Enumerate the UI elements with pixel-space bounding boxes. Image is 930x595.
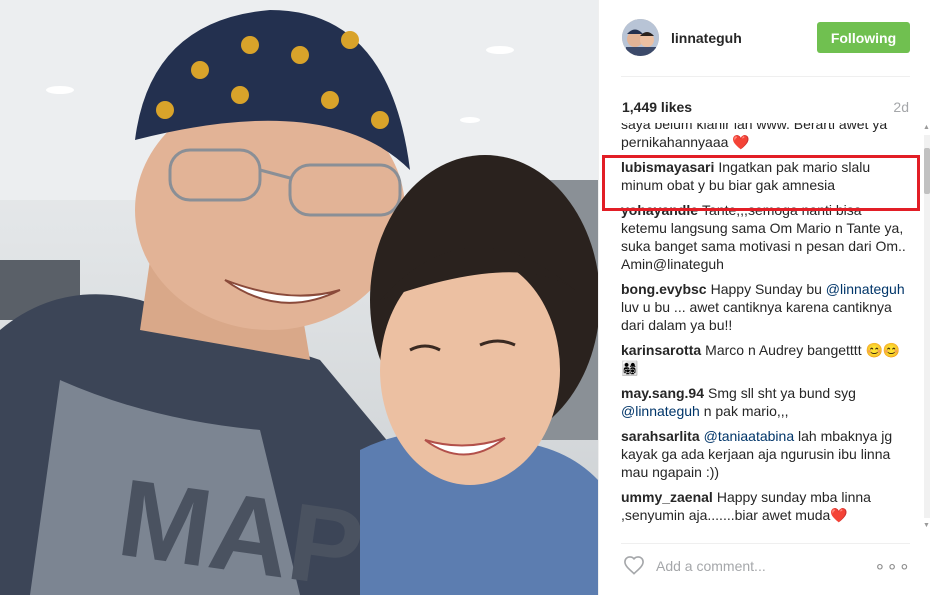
comment-item: lubismayasari Ingatkan pak mario slalu mi… bbox=[621, 158, 911, 194]
following-button[interactable]: Following bbox=[817, 22, 910, 53]
scroll-track[interactable] bbox=[924, 135, 930, 518]
avatar[interactable] bbox=[622, 19, 659, 56]
username-link[interactable]: linnateguh bbox=[671, 30, 742, 46]
scroll-up-arrow-icon[interactable]: ▲ bbox=[922, 123, 930, 132]
comment-username[interactable]: lubismayasari bbox=[621, 159, 714, 175]
comments-list[interactable]: saya belum klanir lah www. Berarti awet … bbox=[621, 123, 925, 530]
comment-item: yohayandle Tante,,,semoga nanti bisa kete… bbox=[621, 201, 911, 273]
comment-item: may.sang.94 Smg sll sht ya bund syg @linn… bbox=[621, 384, 911, 420]
add-comment-input[interactable] bbox=[656, 555, 866, 577]
comment-text: luv u bu ... awet cantiknya karena canti… bbox=[621, 299, 892, 333]
likes-count[interactable]: 1,449 likes bbox=[622, 99, 692, 115]
scroll-thumb[interactable] bbox=[924, 148, 930, 194]
post-time[interactable]: 2d bbox=[893, 99, 909, 115]
comment-username[interactable]: sarahsarlita bbox=[621, 428, 700, 444]
comment-username[interactable]: yohayandle bbox=[621, 202, 698, 218]
comment-mention-link[interactable]: @linnateguh bbox=[826, 281, 905, 297]
post-header: linnateguh Following bbox=[599, 0, 930, 76]
comment-item: karinsarotta Marco n Audrey bangetttt 😊😊 … bbox=[621, 341, 911, 377]
comment-username[interactable]: bong.evybsc bbox=[621, 281, 707, 297]
heart-icon[interactable] bbox=[623, 555, 645, 575]
comment-item: saya belum klanir lah www. Berarti awet … bbox=[621, 123, 911, 151]
comment-mention-link[interactable]: @taniaatabina bbox=[704, 428, 795, 444]
post-photo-illustration: MAP bbox=[0, 0, 598, 595]
comment-text: saya belum klanir lah www. Berarti awet … bbox=[621, 123, 888, 150]
scroll-down-arrow-icon[interactable]: ▼ bbox=[922, 521, 930, 530]
comment-text: n pak mario,,, bbox=[699, 403, 789, 419]
post-photo[interactable]: MAP bbox=[0, 0, 598, 595]
comment-username[interactable]: ummy_zaenal bbox=[621, 489, 713, 505]
comments-scroll-content: saya belum klanir lah www. Berarti awet … bbox=[621, 123, 911, 530]
avatar-image bbox=[622, 19, 659, 56]
comment-mention-link[interactable]: @linnateguh bbox=[621, 403, 700, 419]
comment-text: Happy Sunday bu bbox=[710, 281, 822, 297]
comment-item: bong.evybsc Happy Sunday bu @linnateguh l… bbox=[621, 280, 911, 334]
more-options-icon[interactable]: ∘∘∘ bbox=[874, 557, 911, 575]
comment-username[interactable]: may.sang.94 bbox=[621, 385, 704, 401]
comment-item: ummy_zaenal Happy sunday mba linna ,senyu… bbox=[621, 488, 911, 524]
comment-text: Smg sll sht ya bund syg bbox=[708, 385, 856, 401]
comment-username[interactable]: karinsarotta bbox=[621, 342, 701, 358]
post-footer: ∘∘∘ bbox=[599, 543, 930, 595]
post-detail-panel: linnateguh Following 1,449 likes 2d saya… bbox=[598, 0, 930, 595]
comments-scrollbar[interactable]: ▲ ▼ bbox=[922, 123, 930, 530]
header-divider bbox=[621, 76, 910, 77]
comment-item: sarahsarlita @taniaatabina lah mbaknya jg… bbox=[621, 427, 911, 481]
